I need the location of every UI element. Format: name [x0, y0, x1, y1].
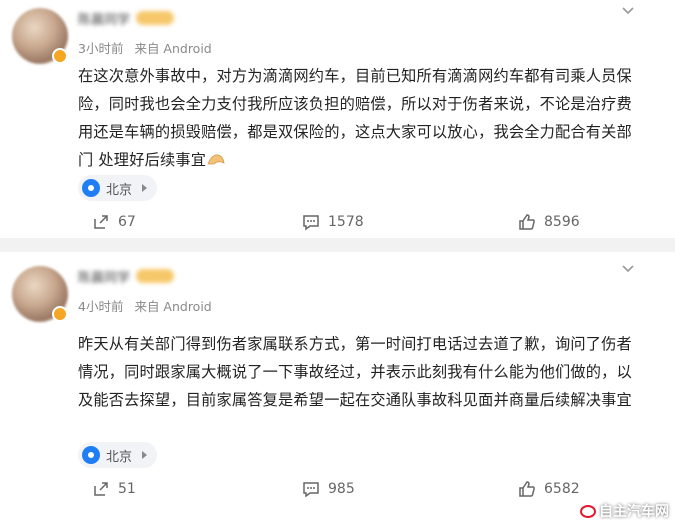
comment-button[interactable]: 1578 — [302, 210, 364, 234]
location-tag[interactable]: 北京 — [78, 175, 158, 201]
like-count: 6582 — [544, 481, 580, 497]
comment-count: 1578 — [328, 214, 364, 230]
location-pin-icon — [82, 179, 100, 197]
repost-icon — [94, 215, 108, 229]
verified-badge-icon — [52, 48, 68, 64]
chevron-right-icon — [142, 184, 148, 192]
verified-badge-icon — [52, 306, 68, 322]
like-count: 8596 — [544, 214, 580, 230]
action-bar: 51 985 6582 — [0, 477, 675, 501]
comment-button[interactable]: 985 — [302, 477, 355, 501]
content-line: 在这次意外事故中，对方为滴滴网约车，目前已知所有滴滴网约车都有司乘人员保 — [78, 67, 632, 85]
post-time: 3小时前 — [78, 41, 124, 56]
weibo-post: 陈晨同学 4小时前 来自 Android 昨天从有关部门得到伤者家属联系方式，第… — [0, 252, 675, 525]
more-chevron-icon[interactable] — [621, 4, 635, 18]
username[interactable]: 陈晨同学 — [78, 267, 175, 286]
praying-hands-icon — [207, 154, 225, 165]
weibo-post: 陈晨同学 3小时前 来自 Android 在这次意外事故中，对方为滴滴网约车，目… — [0, 0, 675, 238]
post-meta: 4小时前 来自 Android — [78, 296, 212, 315]
repost-icon — [94, 482, 108, 496]
post-meta: 3小时前 来自 Android — [78, 38, 212, 57]
comment-count: 985 — [328, 481, 355, 497]
location-label: 北京 — [106, 182, 133, 198]
username-text[interactable]: 陈晨同学 — [78, 9, 130, 28]
content-line: 昨天从有关部门得到伤者家属联系方式，第一时间打电话过去道了歉，询问了伤者 — [78, 335, 632, 353]
repost-button[interactable]: 67 — [92, 210, 136, 234]
content-line-last: 门 处理好后续事宜 — [78, 146, 658, 174]
weibo-logo-icon — [580, 504, 596, 518]
post-content: 在这次意外事故中，对方为滴滴网约车，目前已知所有滴滴网约车都有司乘人员保 险，同… — [78, 62, 658, 174]
post-content: 昨天从有关部门得到伤者家属联系方式，第一时间打电话过去道了歉，询问了伤者 情况，… — [78, 330, 658, 414]
like-icon — [519, 214, 535, 230]
post-source: 来自 Android — [134, 299, 212, 314]
like-button[interactable]: 6582 — [518, 477, 580, 501]
level-badge-icon — [136, 11, 175, 25]
post-time: 4小时前 — [78, 299, 124, 314]
like-button[interactable]: 8596 — [518, 210, 580, 234]
content-line: 及能否去探望，目前家属答复是希望一起在交通队事故科见面并商量后续解决事宜 — [78, 391, 632, 409]
post-divider — [0, 238, 675, 252]
level-badge-icon — [136, 269, 175, 283]
repost-button[interactable]: 51 — [92, 477, 136, 501]
watermark: 自主汽车网 — [580, 501, 669, 521]
content-line: 险，同时我也会全力支付我所应该负担的赔偿，所以对于伤者来说，不论是治疗费 — [78, 95, 632, 113]
post-source: 来自 Android — [134, 41, 212, 56]
content-line: 情况，同时跟家属大概说了一下事故经过，并表示此刻我有什么能为他们做的，以 — [78, 363, 632, 381]
location-label: 北京 — [106, 449, 133, 465]
comment-icon — [303, 215, 319, 231]
watermark-text: 自主汽车网 — [599, 504, 669, 520]
chevron-right-icon — [142, 451, 148, 459]
like-icon — [519, 481, 535, 497]
username-text[interactable]: 陈晨同学 — [78, 267, 130, 286]
repost-count: 51 — [118, 481, 136, 497]
action-bar: 67 1578 8596 — [0, 210, 675, 234]
location-tag[interactable]: 北京 — [78, 442, 158, 468]
location-pin-icon — [82, 446, 100, 464]
repost-count: 67 — [118, 214, 136, 230]
content-line: 用还是车辆的损毁赔偿，都是双保险的，这点大家可以放心，我会全力配合有关部 — [78, 123, 632, 141]
username[interactable]: 陈晨同学 — [78, 9, 175, 28]
more-chevron-icon[interactable] — [621, 262, 635, 276]
comment-icon — [303, 482, 319, 498]
